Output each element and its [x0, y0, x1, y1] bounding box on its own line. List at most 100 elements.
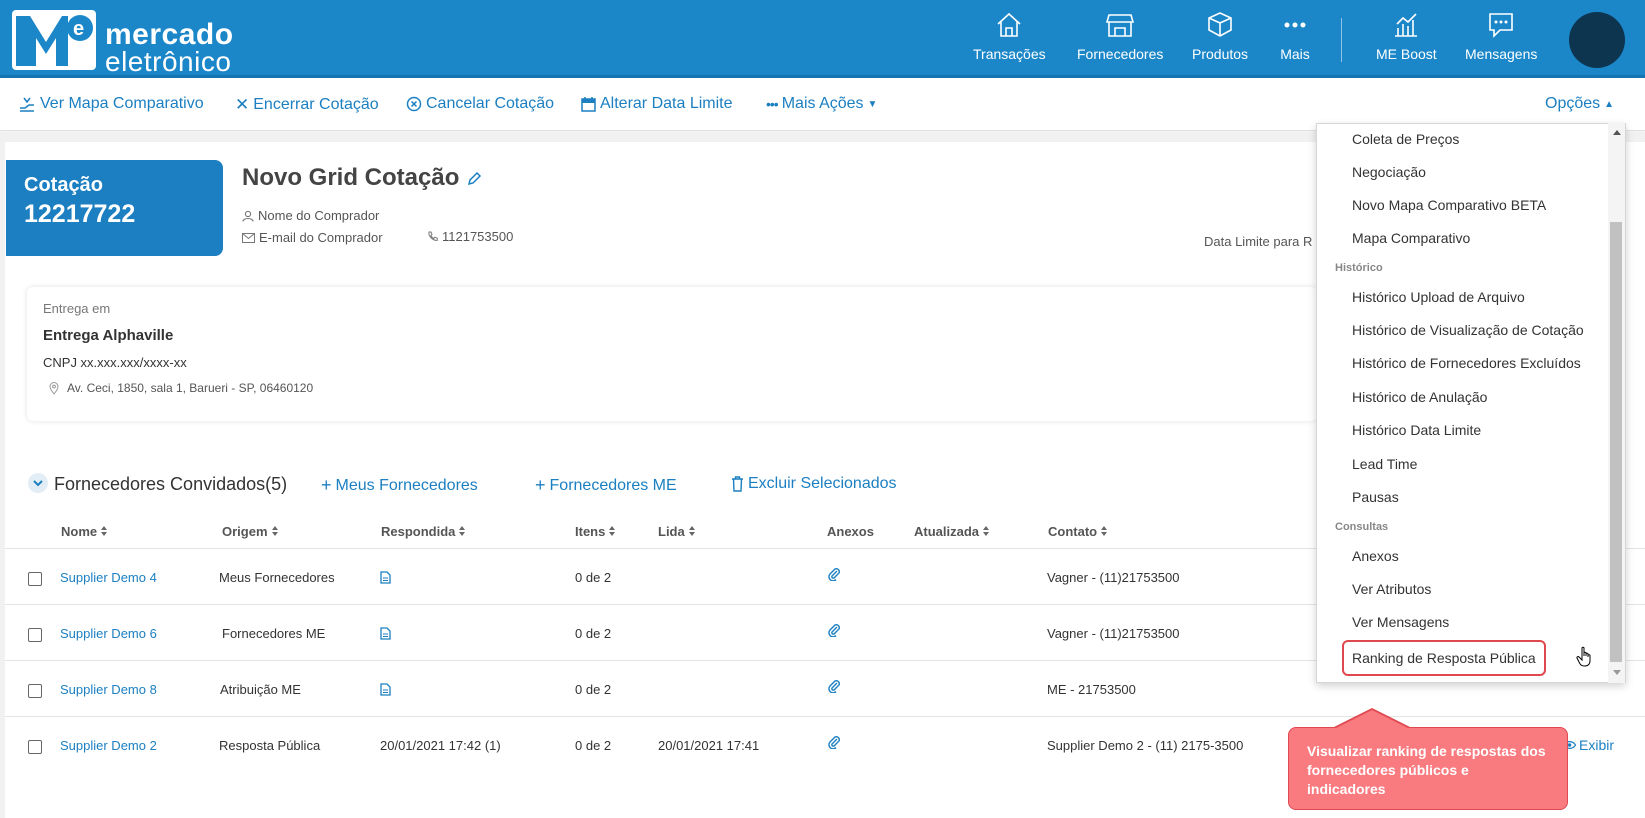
col-header-lida[interactable]: Lida — [658, 524, 696, 539]
opcoes-button[interactable]: Opções ▲ — [1545, 95, 1614, 113]
scroll-down-arrow-icon[interactable] — [1613, 670, 1621, 675]
menu-item-novo-mapa-beta[interactable]: Novo Mapa Comparativo BETA — [1352, 197, 1546, 213]
nav-transacoes[interactable]: Transações — [973, 10, 1046, 68]
scroll-up-arrow-icon[interactable] — [1613, 130, 1621, 135]
sort-icon — [983, 526, 990, 537]
action-label: Meus Fornecedores — [335, 476, 478, 494]
supplier-link[interactable]: Supplier Demo 4 — [60, 570, 157, 585]
sort-icon — [609, 526, 616, 537]
mais-acoes-button[interactable]: ••• Mais Ações ▼ — [766, 95, 877, 113]
menu-item-hist-excluidos[interactable]: Histórico de Fornecedores Excluídos — [1352, 355, 1581, 371]
menu-item-mapa-comparativo[interactable]: Mapa Comparativo — [1352, 230, 1470, 246]
home-icon — [997, 12, 1021, 37]
paperclip-icon[interactable] — [828, 623, 841, 637]
origem-cell: Resposta Pública — [219, 738, 321, 753]
map-hand-icon — [20, 97, 34, 112]
action-label: Encerrar Cotação — [253, 96, 379, 113]
col-header-label: Respondida — [381, 524, 456, 539]
nav-mais[interactable]: Mais — [1280, 10, 1310, 68]
document-icon[interactable] — [380, 571, 391, 584]
page-title-text: Novo Grid Cotação — [242, 164, 460, 191]
col-header-label: Origem — [222, 524, 268, 539]
top-header: e mercado eletrônico Transações Forneced… — [0, 0, 1645, 78]
nav-fornecedores[interactable]: Fornecedores — [1077, 10, 1163, 68]
nav-label: Mensagens — [1465, 46, 1538, 62]
chevron-down-icon — [33, 480, 43, 487]
document-icon[interactable] — [380, 627, 391, 640]
buyer-name-text: Nome do Comprador — [258, 208, 380, 223]
menu-item-hist-data-limite[interactable]: Histórico Data Limite — [1352, 422, 1481, 438]
alterar-data-limite-button[interactable]: Alterar Data Limite — [581, 95, 733, 113]
phone-icon — [428, 231, 438, 241]
col-header-respondida[interactable]: Respondida — [381, 524, 466, 539]
menu-item-lead-time[interactable]: Lead Time — [1352, 456, 1417, 472]
cancelar-cotacao-button[interactable]: Cancelar Cotação — [406, 95, 554, 113]
supplier-link[interactable]: Supplier Demo 8 — [60, 682, 157, 697]
document-icon[interactable] — [380, 683, 391, 696]
action-label: Opções — [1545, 95, 1601, 112]
cancel-circle-icon — [406, 96, 422, 112]
menu-item-ver-atributos[interactable]: Ver Atributos — [1352, 581, 1431, 597]
collapse-toggle[interactable] — [28, 473, 48, 493]
meus-fornecedores-button[interactable]: + Meus Fornecedores — [321, 475, 478, 496]
nav-mensagens[interactable]: Mensagens — [1465, 10, 1537, 68]
action-label: Excluir Selecionados — [748, 475, 897, 492]
store-icon — [1106, 14, 1135, 37]
close-icon: ✕ — [235, 95, 250, 114]
calendar-icon — [581, 97, 596, 112]
supplier-link[interactable]: Supplier Demo 2 — [60, 738, 157, 753]
paperclip-icon[interactable] — [828, 679, 841, 693]
chart-icon — [1395, 13, 1418, 37]
buyer-phone-text: 1121753500 — [442, 229, 514, 244]
itens-cell: 0 de 2 — [575, 626, 612, 641]
data-limite-label: Data Limite para R — [1204, 234, 1313, 249]
nav-separator — [1341, 18, 1342, 62]
entrega-name: Entrega Alphaville — [43, 327, 174, 344]
nav-label: ME Boost — [1376, 46, 1437, 62]
paperclip-icon[interactable] — [828, 735, 841, 749]
paperclip-icon[interactable] — [828, 567, 841, 581]
encerrar-cotacao-button[interactable]: ✕ Encerrar Cotação — [235, 95, 379, 115]
pencil-icon[interactable] — [467, 171, 482, 186]
page-title: Novo Grid Cotação — [242, 164, 482, 192]
action-label: Fornecedores ME — [549, 476, 677, 494]
action-label: Ver Mapa Comparativo — [40, 95, 204, 112]
logo-mark: e — [12, 10, 96, 70]
col-header-label: Lida — [658, 524, 685, 539]
row-checkbox[interactable] — [28, 740, 42, 754]
col-header-label: Anexos — [827, 524, 874, 539]
menu-item-hist-anulacao[interactable]: Histórico de Anulação — [1352, 389, 1487, 405]
col-header-itens[interactable]: Itens — [575, 524, 616, 539]
menu-item-negociacao[interactable]: Negociação — [1352, 164, 1426, 180]
menu-item-ranking-resposta-publica[interactable]: Ranking de Resposta Pública — [1342, 640, 1546, 676]
nav-produtos[interactable]: Produtos — [1192, 10, 1248, 68]
row-checkbox[interactable] — [28, 684, 42, 698]
supplier-link[interactable]: Supplier Demo 6 — [60, 626, 157, 641]
col-header-contato[interactable]: Contato — [1048, 524, 1108, 539]
col-header-nome[interactable]: Nome — [61, 524, 108, 539]
excluir-selecionados-button[interactable]: Excluir Selecionados — [731, 475, 897, 493]
menu-item-hist-upload[interactable]: Histórico Upload de Arquivo — [1352, 289, 1525, 305]
menu-item-anexos[interactable]: Anexos — [1352, 548, 1399, 564]
col-header-atualizada[interactable]: Atualizada — [914, 524, 990, 539]
plus-icon: + — [535, 475, 546, 495]
row-checkbox[interactable] — [28, 628, 42, 642]
entrega-cnpj: CNPJ xx.xxx.xxx/xxxx-xx — [43, 355, 187, 370]
nav-me-boost[interactable]: ME Boost — [1376, 10, 1437, 68]
user-avatar[interactable] — [1569, 12, 1625, 68]
menu-item-hist-visualizacao[interactable]: Histórico de Visualização de Cotação — [1352, 322, 1584, 338]
exibir-button[interactable]: Exibir — [1563, 737, 1614, 753]
menu-item-coleta-precos[interactable]: Coleta de Preços — [1352, 131, 1459, 147]
origem-cell: Atribuição ME — [220, 682, 301, 697]
dropdown-scrollbar-thumb[interactable] — [1610, 222, 1622, 662]
brand-logo[interactable]: e mercado eletrônico — [12, 10, 242, 77]
menu-item-ver-mensagens[interactable]: Ver Mensagens — [1352, 614, 1449, 630]
mail-icon — [242, 232, 255, 243]
menu-item-pausas[interactable]: Pausas — [1352, 489, 1399, 505]
brand-name-line2: eletrônico — [105, 46, 232, 77]
fornecedores-me-button[interactable]: + Fornecedores ME — [535, 475, 677, 496]
ver-mapa-comparativo-button[interactable]: Ver Mapa Comparativo — [18, 95, 204, 113]
cotacao-number: 12217722 — [24, 200, 136, 228]
col-header-origem[interactable]: Origem — [222, 524, 279, 539]
row-checkbox[interactable] — [28, 572, 42, 586]
